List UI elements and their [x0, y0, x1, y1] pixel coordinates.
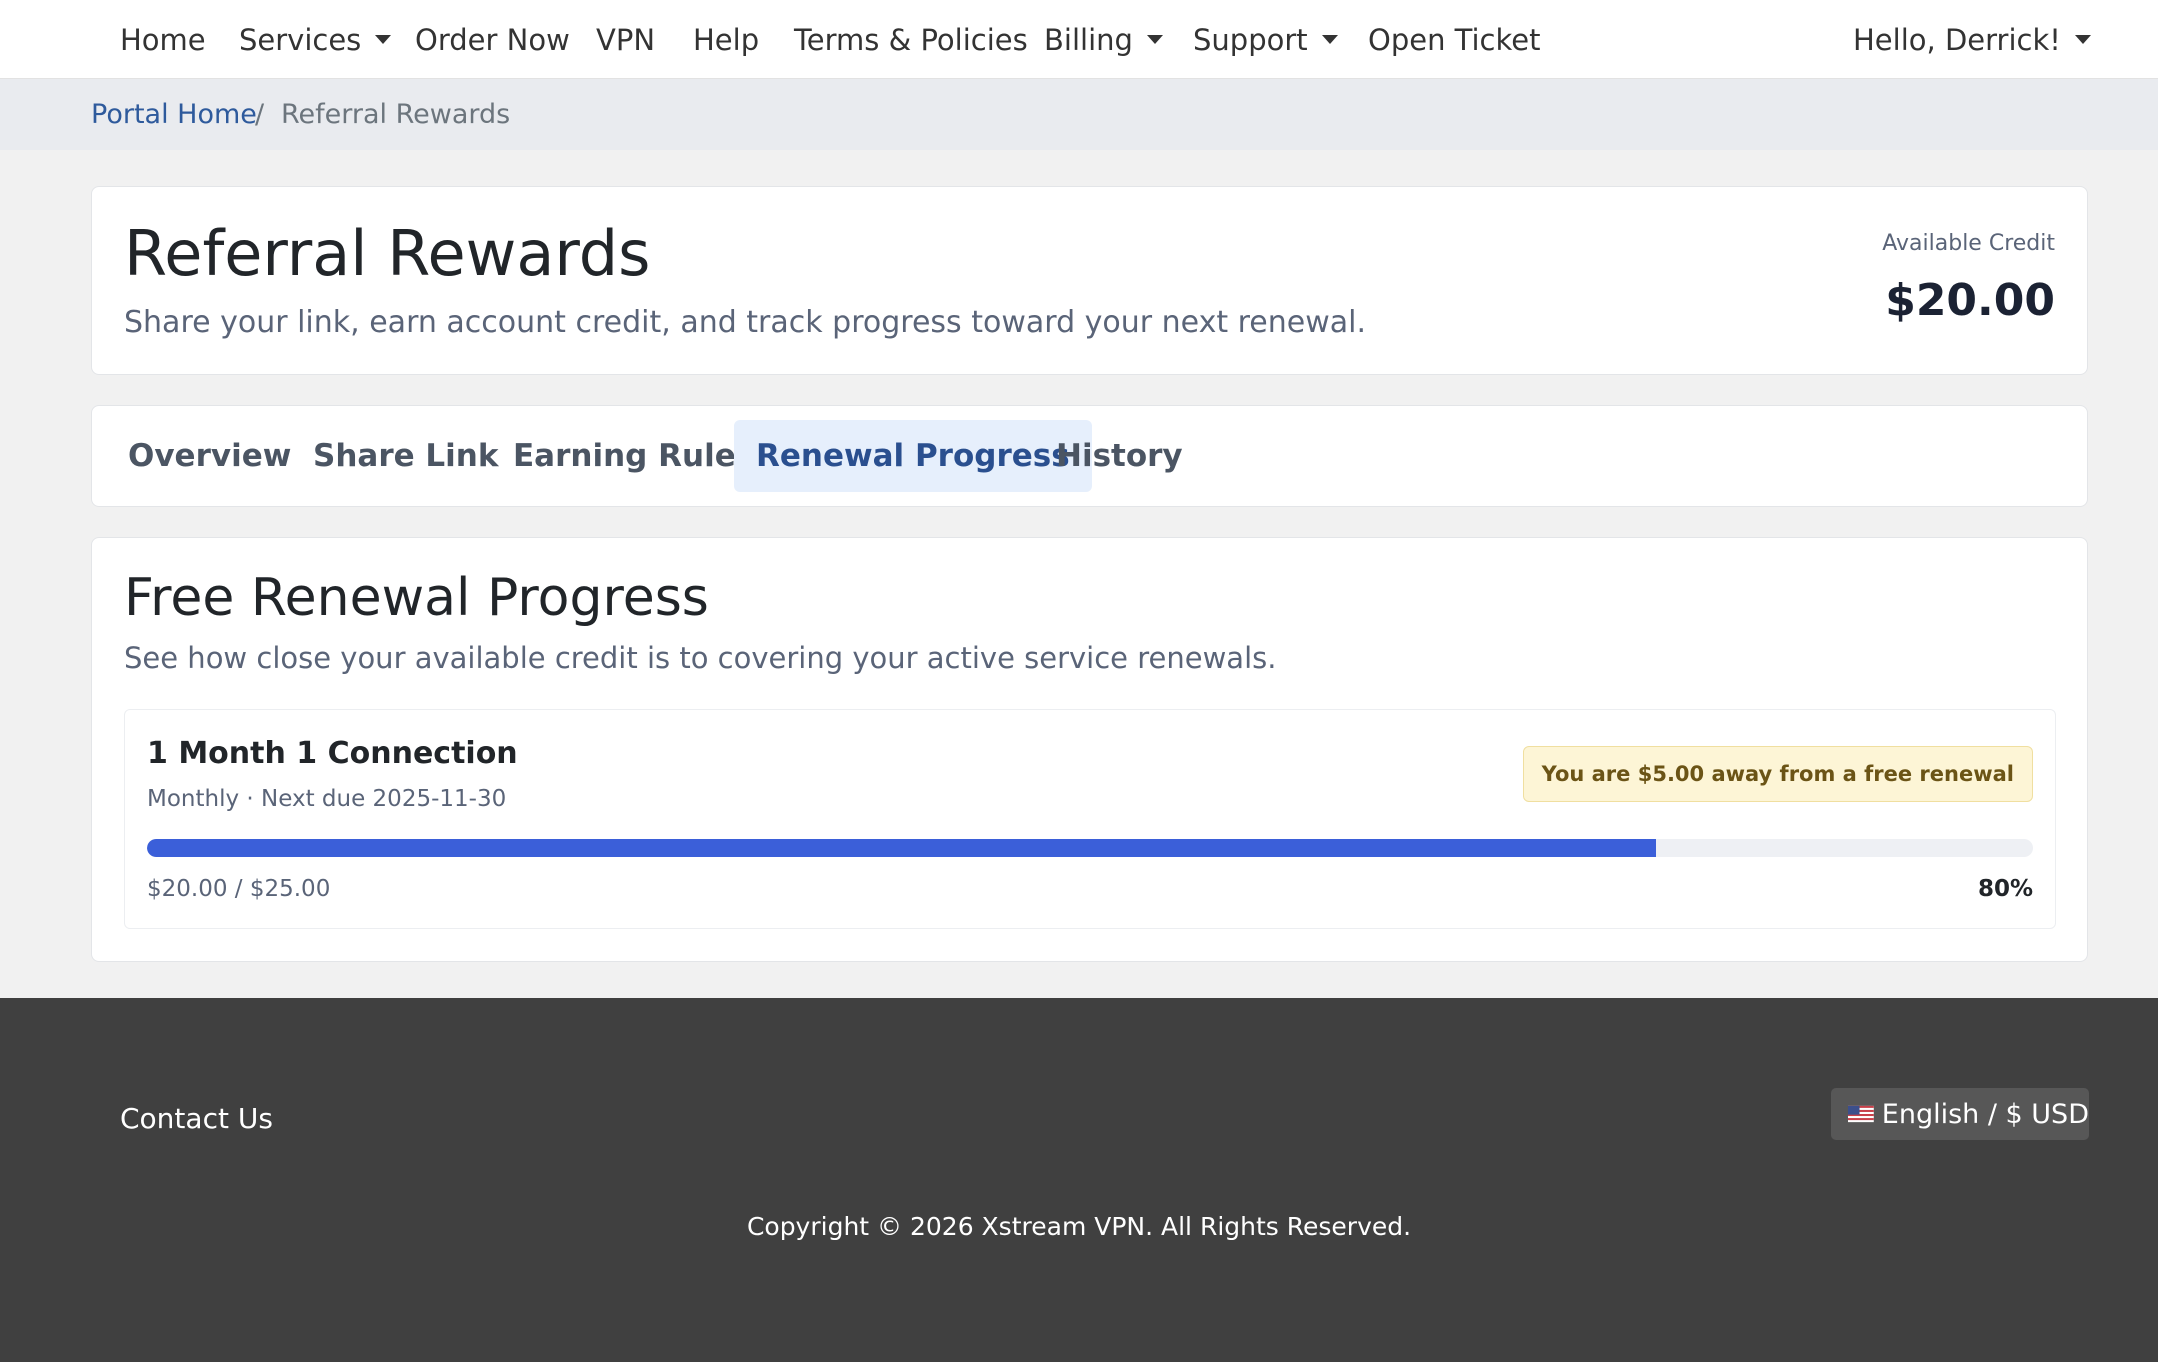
service-progress-item: 1 Month 1 Connection Monthly · Next due …	[124, 709, 2056, 929]
nav-order-now[interactable]: Order Now	[415, 0, 570, 79]
nav-billing-dropdown[interactable]: Billing	[1044, 0, 1163, 79]
nav-vpn-label: VPN	[596, 22, 656, 57]
copyright-text: Copyright © 2026 Xstream VPN. All Rights…	[746, 1212, 1412, 1241]
breadcrumb-separator: /	[255, 99, 265, 130]
nav-open-ticket[interactable]: Open Ticket	[1368, 0, 1540, 79]
service-billing-meta: Monthly · Next due 2025-11-30	[147, 786, 507, 812]
language-currency-button[interactable]: English / $ USD	[1831, 1088, 2089, 1140]
caret-down-icon	[1146, 35, 1163, 44]
available-credit-label: Available Credit	[1882, 231, 2055, 256]
renewal-progress-fill	[147, 839, 1656, 857]
nav-billing-label: Billing	[1044, 22, 1133, 57]
breadcrumb: Portal Home / Referral Rewards	[0, 79, 2158, 150]
footer: Contact Us English / $ USD Copyright © 2…	[0, 998, 2158, 1362]
section-title: Free Renewal Progress	[124, 568, 709, 628]
tab-renewal-progress[interactable]: Renewal Progress	[734, 420, 1092, 492]
page-subtitle: Share your link, earn account credit, an…	[124, 305, 1367, 340]
tab-history[interactable]: History	[1056, 420, 1183, 492]
breadcrumb-current: Referral Rewards	[281, 99, 511, 130]
renewal-progress-bar	[147, 839, 2033, 857]
page-header-card: Referral Rewards Share your link, earn a…	[91, 186, 2088, 375]
nav-home-label: Home	[120, 22, 206, 57]
nav-order-now-label: Order Now	[415, 22, 570, 57]
section-subtitle: See how close your available credit is t…	[124, 641, 1277, 675]
renewal-progress-card: Free Renewal Progress See how close your…	[91, 537, 2088, 962]
tab-overview[interactable]: Overview	[128, 420, 291, 492]
nav-terms-policies[interactable]: Terms & Policies	[794, 0, 1028, 79]
user-greeting: Hello, Derrick!	[1853, 22, 2061, 57]
renewal-status-badge: You are $5.00 away from a free renewal	[1522, 746, 2033, 802]
nav-services-dropdown[interactable]: Services	[239, 0, 392, 79]
nav-open-ticket-label: Open Ticket	[1368, 22, 1541, 57]
nav-services-label: Services	[239, 22, 362, 57]
caret-down-icon	[1321, 35, 1338, 44]
nav-help-label: Help	[693, 22, 760, 57]
progress-percent: 80%	[1977, 876, 2033, 902]
tab-share-link[interactable]: Share Link	[313, 420, 499, 492]
caret-down-icon	[2074, 35, 2091, 44]
nav-home[interactable]: Home	[120, 0, 206, 79]
nav-terms-label: Terms & Policies	[794, 22, 1028, 57]
language-currency-label: English / $ USD	[1881, 1098, 2089, 1130]
tab-earning-rules[interactable]: Earning Rules	[513, 420, 754, 492]
caret-down-icon	[375, 35, 392, 44]
us-flag-icon	[1848, 1105, 1874, 1123]
tabs-card: Overview Share Link Earning Rules Renewa…	[91, 405, 2088, 507]
nav-help[interactable]: Help	[693, 0, 759, 79]
nav-support-dropdown[interactable]: Support	[1193, 0, 1338, 79]
nav-vpn[interactable]: VPN	[596, 0, 655, 79]
top-navbar: Home Services Order Now VPN Help Terms &…	[0, 0, 2158, 79]
credit-vs-renewal-amount: $20.00 / $25.00	[147, 876, 331, 902]
available-credit-value: $20.00	[1885, 275, 2055, 326]
user-menu-dropdown[interactable]: Hello, Derrick!	[1853, 0, 2091, 79]
breadcrumb-portal-home[interactable]: Portal Home	[91, 79, 257, 150]
contact-us-link[interactable]: Contact Us	[120, 1102, 273, 1135]
page-title: Referral Rewards	[124, 217, 651, 290]
nav-support-label: Support	[1193, 22, 1308, 57]
service-name: 1 Month 1 Connection	[147, 736, 518, 771]
